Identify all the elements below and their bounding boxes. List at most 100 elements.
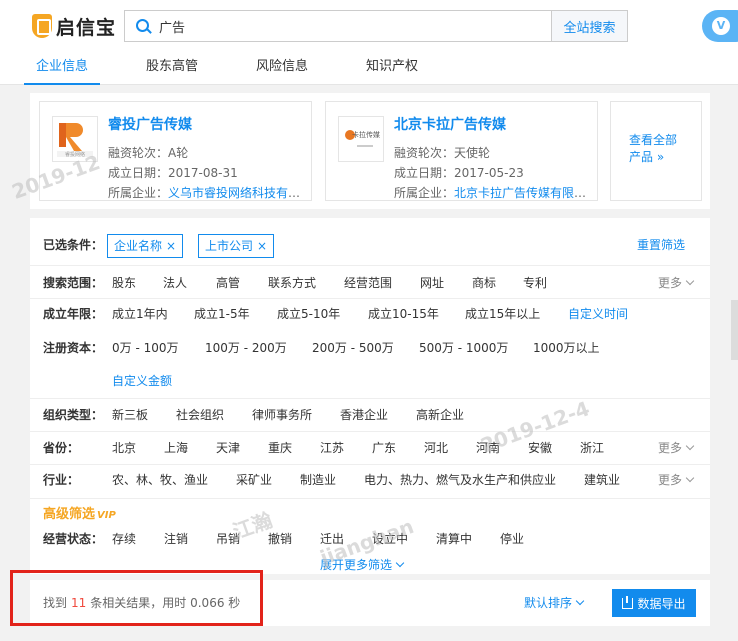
filter-option[interactable]: 天津 [216, 437, 240, 459]
filter-option[interactable]: 停业 [500, 528, 524, 550]
org-type-row: 组织类型： 新三板 社会组织 律师事务所 香港企业 高新企业 [30, 404, 710, 426]
filter-option[interactable]: 建筑业 [584, 469, 620, 491]
scrollbar[interactable] [731, 300, 738, 360]
filter-option[interactable]: 高新企业 [416, 404, 464, 426]
more-toggle[interactable]: 更多 [658, 437, 695, 459]
filter-option[interactable]: 网址 [420, 272, 444, 294]
site-search-button[interactable]: 全站搜索 [551, 11, 627, 41]
filter-option[interactable]: 成立10-15年 [368, 303, 439, 325]
chevron-down-icon [685, 276, 695, 286]
status-row: 经营状态： 存续 注销 吊销 撤销 迁出 设立中 清算中 停业 [30, 528, 710, 550]
filter-option[interactable]: 100万 - 200万 [205, 337, 287, 359]
view-all-products-link[interactable]: 查看全部 产品 » [610, 101, 702, 201]
remove-chip-icon[interactable]: × [166, 239, 176, 253]
svg-text:卡拉传媒: 卡拉传媒 [352, 130, 380, 139]
filter-option[interactable]: 河南 [476, 437, 500, 459]
filter-option[interactable]: 成立1年内 [112, 303, 168, 325]
more-toggle[interactable]: 更多 [658, 272, 695, 294]
filter-option[interactable]: 律师事务所 [252, 404, 312, 426]
filter-option[interactable]: 电力、热力、燃气及水生产和供应业 [364, 469, 556, 491]
filter-option[interactable]: 农、林、牧、渔业 [112, 469, 208, 491]
filter-option[interactable]: 成立1-5年 [194, 303, 250, 325]
product-company-link[interactable]: 义乌市睿投网络科技有限... [168, 186, 308, 200]
filter-option[interactable]: 专利 [523, 272, 547, 294]
filter-option[interactable]: 采矿业 [236, 469, 272, 491]
selected-label: 已选条件： [43, 238, 104, 252]
filter-option[interactable]: 撤销 [268, 528, 292, 550]
divider [30, 265, 710, 266]
product-logo: 睿投网络 [52, 116, 98, 162]
search-input[interactable] [159, 11, 551, 41]
divider [30, 464, 710, 465]
advanced-title-row: 高级筛选 VIP [30, 504, 710, 526]
filter-option[interactable]: 成立5-10年 [277, 303, 340, 325]
product-round: 融资轮次：A轮 [108, 146, 189, 160]
filter-option[interactable]: 法人 [163, 272, 187, 294]
divider [30, 298, 710, 299]
filter-option[interactable]: 广东 [372, 437, 396, 459]
svg-text:睿投网络: 睿投网络 [65, 151, 85, 158]
filter-option[interactable]: 1000万以上 [533, 337, 600, 359]
filter-option[interactable]: 制造业 [300, 469, 336, 491]
selected-chip[interactable]: 企业名称 × [107, 234, 184, 258]
product-logo-icon: 卡拉传媒 [345, 130, 380, 147]
export-data-button[interactable]: 数据导出 [612, 589, 696, 617]
custom-amount-link[interactable]: 自定义金额 [112, 370, 172, 392]
selected-filters-row: 已选条件： 企业名称 × 上市公司 × 重置筛选 [30, 234, 710, 258]
filter-option[interactable]: 联系方式 [268, 272, 316, 294]
tab-ip[interactable]: 知识产权 [354, 56, 430, 85]
sort-dropdown[interactable]: 默认排序 [524, 594, 585, 611]
filter-option[interactable]: 0万 - 100万 [112, 337, 179, 359]
filter-option[interactable]: 股东 [112, 272, 136, 294]
search-box: 全站搜索 [124, 10, 628, 42]
tab-shareholders[interactable]: 股东高管 [134, 56, 210, 85]
custom-time-link[interactable]: 自定义时间 [568, 303, 628, 325]
filter-option[interactable]: 高管 [216, 272, 240, 294]
product-card[interactable]: 卡拉传媒 北京卡拉广告传媒 融资轮次：天使轮 成立日期：2017-05-23 所… [325, 101, 598, 201]
filter-option[interactable]: 河北 [424, 437, 448, 459]
filter-option[interactable]: 北京 [112, 437, 136, 459]
filter-option[interactable]: 上海 [164, 437, 188, 459]
filter-option[interactable]: 注销 [164, 528, 188, 550]
filter-option[interactable]: 经营范围 [344, 272, 392, 294]
filter-option[interactable]: 成立15年以上 [465, 303, 540, 325]
product-company-link[interactable]: 北京卡拉广告传媒有限公... [454, 186, 594, 200]
filter-option[interactable]: 安徽 [528, 437, 552, 459]
remove-chip-icon[interactable]: × [257, 239, 267, 253]
product-card[interactable]: 睿投网络 睿投广告传媒 融资轮次：A轮 成立日期：2017-08-31 所属企业… [39, 101, 312, 201]
filter-option[interactable]: 500万 - 1000万 [419, 337, 508, 359]
filter-option[interactable]: 浙江 [580, 437, 604, 459]
product-cards: 睿投网络 睿投广告传媒 融资轮次：A轮 成立日期：2017-08-31 所属企业… [30, 93, 710, 209]
tab-company-info[interactable]: 企业信息 [24, 56, 101, 85]
tab-risk-info[interactable]: 风险信息 [244, 56, 320, 85]
filter-option[interactable]: 商标 [472, 272, 496, 294]
shield-logo-icon [32, 14, 52, 38]
chevron-down-icon [395, 558, 405, 568]
filter-option[interactable]: 江苏 [320, 437, 344, 459]
filter-option[interactable]: 200万 - 500万 [312, 337, 394, 359]
app-logo[interactable]: 启信宝 [32, 12, 116, 40]
filter-option[interactable]: 香港企业 [340, 404, 388, 426]
filter-option[interactable]: 迁出 [320, 528, 344, 550]
reset-filters-link[interactable]: 重置筛选 [637, 234, 685, 256]
industry-row: 行业： 农、林、牧、渔业 采矿业 制造业 电力、热力、燃气及水生产和供应业 建筑… [30, 469, 710, 491]
expand-more-filters-link[interactable]: 展开更多筛选 [320, 556, 405, 574]
filter-option[interactable]: 新三板 [112, 404, 148, 426]
chevron-down-icon [685, 441, 695, 451]
product-name[interactable]: 北京卡拉广告传媒 [394, 114, 506, 134]
product-company: 所属企业：北京卡拉广告传媒有限公... [394, 184, 594, 201]
filter-option[interactable]: 吊销 [216, 528, 240, 550]
filter-option[interactable]: 社会组织 [176, 404, 224, 426]
product-logo: 卡拉传媒 [338, 116, 384, 162]
selected-chip[interactable]: 上市公司 × [198, 234, 275, 258]
filter-option[interactable]: 重庆 [268, 437, 292, 459]
filter-option[interactable]: 清算中 [436, 528, 472, 550]
vip-tag: VIP [97, 510, 116, 521]
filter-panel: 已选条件： 企业名称 × 上市公司 × 重置筛选 搜索范围： 股东 法人 高管 联系… [30, 218, 710, 556]
product-name[interactable]: 睿投广告传媒 [108, 114, 192, 134]
capital-row: 注册资本： 0万 - 100万 100万 - 200万 200万 - 500万 … [30, 337, 710, 359]
filter-option[interactable]: 设立中 [372, 528, 408, 550]
filter-option[interactable]: 存续 [112, 528, 136, 550]
more-toggle[interactable]: 更多 [658, 469, 695, 491]
vip-icon[interactable] [702, 10, 738, 42]
